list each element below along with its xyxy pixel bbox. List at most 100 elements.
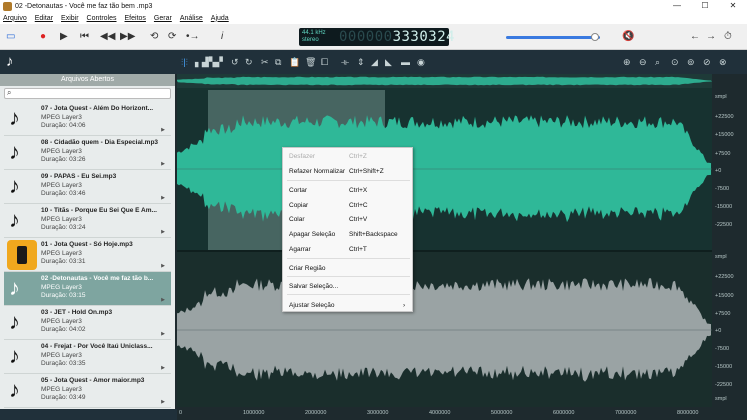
list-item[interactable]: 01 - Jota Quest - Só Hoje.mp3 MPEG Layer3… — [4, 238, 171, 272]
zoom-vertical-in-icon[interactable]: ⊘ — [703, 56, 711, 68]
skip-start-icon[interactable]: ⏮ — [80, 31, 89, 43]
time-label: 3000000 — [367, 410, 389, 416]
spectrum-view-icon[interactable]: ▖▟ — [195, 56, 209, 68]
context-menu-item[interactable]: Salvar Seleção... — [289, 283, 338, 290]
fade-in-icon[interactable]: ◢ — [371, 56, 378, 68]
crop-icon[interactable]: ⧠ — [321, 56, 328, 68]
repeat-icon[interactable]: ⟳ — [168, 31, 176, 43]
music-note-icon: ♪ — [9, 173, 20, 198]
back-arrow-icon[interactable]: ← — [690, 31, 700, 43]
zoom-in-icon[interactable]: ⊕ — [623, 56, 631, 68]
context-menu-shortcut: Ctrl+C — [349, 202, 368, 209]
spectrogram-view-icon[interactable]: ▚▞ — [209, 56, 223, 68]
list-item[interactable]: ♪ 03 - JET - Hold On.mp3 MPEG Layer3 Duraçã… — [4, 306, 171, 340]
music-note-icon: ♪ — [9, 275, 20, 300]
redo-icon[interactable]: ↻ — [245, 56, 253, 68]
sidebar-status-bar — [0, 409, 177, 420]
waveform-view-icon[interactable]: ⫶|⫶ — [181, 56, 188, 68]
zoom-fit-icon[interactable]: ⊙ — [671, 56, 679, 68]
menu-ajuda[interactable]: Ajuda — [211, 15, 229, 22]
file-search-input[interactable]: ⌕ — [4, 88, 171, 99]
context-menu-item[interactable]: Colar — [289, 216, 305, 223]
context-menu-item[interactable]: Agarrar — [289, 246, 311, 253]
expand-arrow-icon[interactable]: ▶ — [161, 229, 165, 235]
expand-arrow-icon[interactable]: ▶ — [161, 365, 165, 371]
close-button[interactable]: ✕ — [719, 0, 747, 12]
menu-arquivo[interactable]: Arquivo — [3, 15, 27, 22]
fade-out-icon[interactable]: ◣ — [385, 56, 392, 68]
copy-icon[interactable]: ⧉ — [275, 56, 281, 68]
cut-icon[interactable]: ✂ — [261, 56, 269, 68]
menu-editar[interactable]: Editar — [35, 15, 53, 22]
normalize-icon[interactable]: ⟛ — [341, 56, 349, 68]
mute-icon[interactable]: 🔇 — [622, 31, 634, 43]
rewind-icon[interactable]: ◀◀ — [100, 31, 115, 43]
time-display: 44.1 kHz stereo 0000003330324 — [299, 28, 455, 46]
paste-icon[interactable]: 📋 — [289, 56, 300, 68]
waveform-svg[interactable] — [177, 74, 712, 407]
record-icon[interactable]: ● — [40, 31, 46, 43]
menu-controles[interactable]: Controles — [87, 15, 117, 22]
zoom-selection-icon[interactable]: ⌕ — [655, 56, 660, 68]
menu-efeitos[interactable]: Efeitos — [125, 15, 146, 22]
file-title: 03 - JET - Hold On.mp3 — [41, 309, 113, 316]
list-item[interactable]: ♪ 09 - PAPAS - Eu Sei.mp3 MPEG Layer3 Duraç… — [4, 170, 171, 204]
minimize-button[interactable]: — — [663, 0, 691, 12]
menu-exibir[interactable]: Exibir — [61, 15, 79, 22]
list-item[interactable]: ♪ 07 - Jota Quest - Além Do Horizont... MP… — [4, 102, 171, 136]
menu-analise[interactable]: Análise — [180, 15, 203, 22]
play-icon[interactable]: ▶ — [60, 31, 68, 43]
context-menu-item[interactable]: Apagar Seleção — [289, 231, 335, 238]
zoom-out-icon[interactable]: ⊖ — [639, 56, 647, 68]
context-menu-item[interactable]: Desfazer — [289, 153, 315, 160]
expand-arrow-icon[interactable]: ▶ — [161, 331, 165, 337]
context-menu-item[interactable]: Cortar — [289, 187, 307, 194]
menu-gerar[interactable]: Gerar — [154, 15, 172, 22]
amplify-icon[interactable]: ⇕ — [357, 56, 365, 68]
delete-icon[interactable]: 🗑 — [305, 56, 316, 68]
context-menu-item[interactable]: Ajustar Seleção — [289, 302, 335, 309]
undo-icon[interactable]: ↺ — [231, 56, 239, 68]
ruler-label: -15000 — [715, 364, 733, 370]
noise-icon[interactable]: ◉ — [417, 56, 425, 68]
loop-icon[interactable]: ⟲ — [150, 31, 158, 43]
follow-cursor-icon[interactable]: •→ — [186, 31, 200, 43]
expand-arrow-icon[interactable]: ▶ — [161, 127, 165, 133]
context-menu-shortcut: Shift+Backspace — [349, 231, 398, 238]
sidebar-title: Arquivos Abertos — [0, 74, 175, 86]
file-format: MPEG Layer3 — [41, 114, 82, 121]
volume-slider[interactable] — [506, 33, 600, 41]
list-item[interactable]: ♪ 10 - Titãs - Porque Eu Sei Que É Am... M… — [4, 204, 171, 238]
list-item[interactable]: ♪ 05 - Jota Quest - Amor maior.mp3 MPEG La… — [4, 374, 171, 408]
zoom-vertical-out-icon[interactable]: ⊗ — [719, 56, 727, 68]
context-menu-item[interactable]: Copiar — [289, 202, 308, 209]
context-menu: Desfazer Ctrl+Z Refazer Normalizar Ctrl+Shi… — [282, 147, 413, 312]
menu-bar: Arquivo Editar Exibir Controles Efeitos … — [0, 12, 747, 24]
file-format: MPEG Layer3 — [41, 250, 82, 257]
time-ruler[interactable]: 0 1000000 2000000 3000000 4000000 500000… — [177, 407, 747, 420]
expand-arrow-icon[interactable]: ▶ — [161, 195, 165, 201]
zoom-full-icon[interactable]: ⊚ — [687, 56, 695, 68]
fast-forward-icon[interactable]: ▶▶ — [120, 31, 135, 43]
file-format: MPEG Layer3 — [41, 284, 82, 291]
music-note-icon: ♪ — [9, 139, 20, 164]
maximize-button[interactable]: ☐ — [691, 0, 719, 12]
expand-arrow-icon[interactable]: ▶ — [161, 263, 165, 269]
left-channel-waveform — [177, 115, 711, 223]
list-item[interactable]: ♪ 02 -Detonautas - Você me faz tão b... MP… — [4, 272, 171, 306]
silence-icon[interactable]: ▬ — [401, 56, 410, 68]
ruler-label: +15000 — [715, 293, 734, 299]
expand-arrow-icon[interactable]: ▶ — [161, 297, 165, 303]
toggle-sidebar-icon[interactable]: ▭ — [6, 31, 15, 43]
context-menu-item[interactable]: Refazer Normalizar — [289, 168, 345, 175]
history-icon[interactable]: ⏱ — [724, 31, 732, 43]
expand-arrow-icon[interactable]: ▶ — [161, 399, 165, 405]
info-icon[interactable]: i — [221, 31, 223, 43]
expand-arrow-icon[interactable]: ▶ — [161, 161, 165, 167]
forward-arrow-icon[interactable]: → — [706, 31, 716, 43]
context-menu-item[interactable]: Criar Região — [289, 265, 326, 272]
waveform-editor[interactable] — [177, 74, 712, 407]
list-item[interactable]: ♪ 04 - Frejat - Por Você Itaú Uniclass...… — [4, 340, 171, 374]
list-item[interactable]: ♪ 08 - Cidadão quem - Dia Especial.mp3 MPE… — [4, 136, 171, 170]
file-duration: Duração: 03:15 — [41, 292, 86, 299]
